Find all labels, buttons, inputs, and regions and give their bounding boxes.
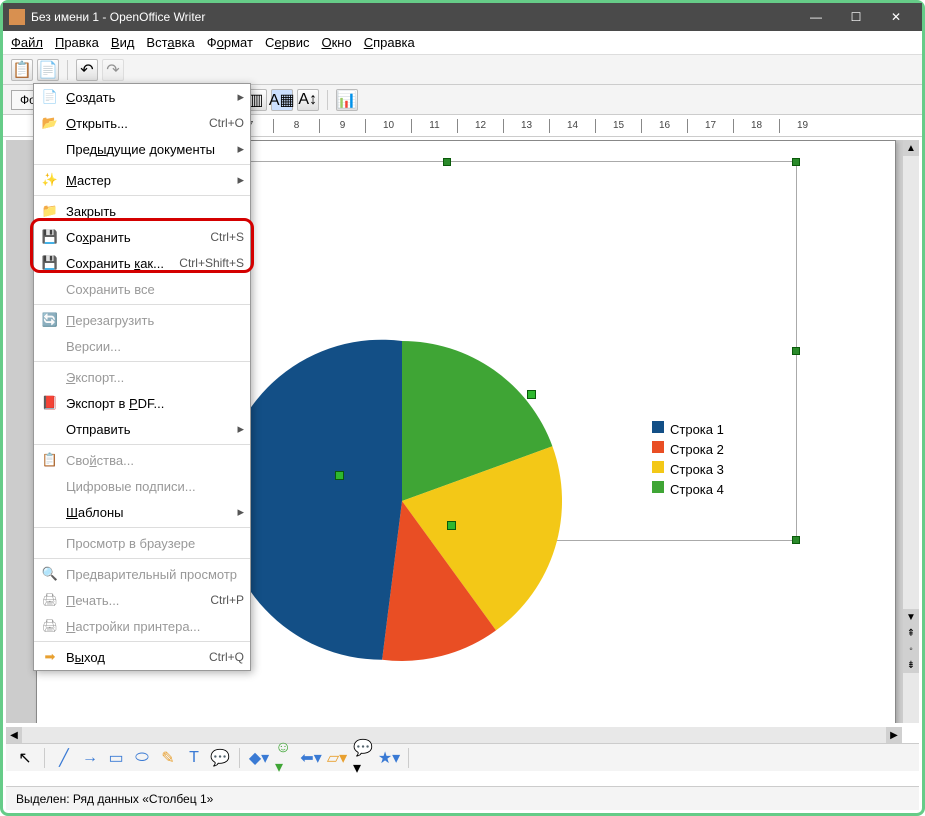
arrow-icon[interactable]: → [79, 747, 101, 769]
menu-item-export-pdf[interactable]: 📕Экспорт в PDF... [34, 390, 250, 416]
undo-icon[interactable]: ↶ [76, 59, 98, 81]
block-arrows-icon[interactable]: ⬅▾ [300, 747, 322, 769]
close-button[interactable]: ✕ [876, 5, 916, 29]
callouts-icon[interactable]: 💬▾ [352, 747, 374, 769]
pie-chart[interactable] [237, 336, 567, 666]
menu-item-printer-settings: 🖨Настройки принтера... [34, 613, 250, 639]
paste-icon[interactable]: 📄 [37, 59, 59, 81]
menu-format[interactable]: Формат [207, 35, 253, 50]
menu-item-export: Экспорт... [34, 364, 250, 390]
menu-bar: Файл Правка Вид Вставка Формат Сервис Ок… [3, 31, 922, 55]
legend-icon[interactable]: A▦ [271, 89, 293, 111]
freeform-icon[interactable]: ✎ [157, 747, 179, 769]
pointer-icon[interactable]: ↖ [14, 747, 36, 769]
menu-item-save-all: Сохранить все [34, 276, 250, 302]
printer-settings-icon: 🖨 [40, 617, 60, 635]
save-icon: 💾 [40, 228, 60, 246]
legend-item-2[interactable]: Строка 2 [652, 441, 724, 457]
text-icon[interactable]: T [183, 747, 205, 769]
menu-file[interactable]: Файл [11, 35, 43, 50]
menu-item-save-as[interactable]: 💾Сохранить как...Ctrl+Shift+S [34, 250, 250, 276]
menu-item-templates[interactable]: Шаблоны▸ [34, 499, 250, 525]
app-icon [9, 9, 25, 25]
menu-item-open[interactable]: 📂Открыть...Ctrl+O [34, 110, 250, 136]
ellipse-icon[interactable]: ⬭ [131, 747, 153, 769]
menu-help[interactable]: Справка [364, 35, 415, 50]
basic-shapes-icon[interactable]: ◆▾ [248, 747, 270, 769]
standard-toolbar: 📋 📄 ↶ ↷ [3, 55, 922, 85]
menu-item-send[interactable]: Отправить▸ [34, 416, 250, 442]
chart-legend[interactable]: Строка 1 Строка 2 Строка 3 Строка 4 [652, 421, 724, 501]
menu-item-close[interactable]: 📁Закрыть [34, 198, 250, 224]
menu-item-save[interactable]: 💾СохранитьCtrl+S [34, 224, 250, 250]
horizontal-scrollbar[interactable]: ◀ ▶ [6, 727, 902, 743]
menu-item-wizard[interactable]: ✨Мастер▸ [34, 167, 250, 193]
legend-item-1[interactable]: Строка 1 [652, 421, 724, 437]
menu-item-properties: 📋Свойства... [34, 447, 250, 473]
menu-item-signatures: Цифровые подписи... [34, 473, 250, 499]
menu-view[interactable]: Вид [111, 35, 135, 50]
wizard-icon: ✨ [40, 171, 60, 189]
menu-item-exit[interactable]: ➡ВыходCtrl+Q [34, 644, 250, 670]
menu-item-recent[interactable]: Предыдущие документы▸ [34, 136, 250, 162]
scroll-down-icon[interactable]: ▼ [903, 609, 919, 625]
folder-open-icon: 📂 [40, 114, 60, 132]
print-icon: 🖨 [40, 591, 60, 609]
title-bar: Без имени 1 - OpenOffice Writer — ☐ ✕ [3, 3, 922, 31]
menu-edit[interactable]: Правка [55, 35, 99, 50]
legend-item-4[interactable]: Строка 4 [652, 481, 724, 497]
line-icon[interactable]: ╱ [53, 747, 75, 769]
scroll-up-icon[interactable]: ▲ [903, 140, 919, 156]
save-as-icon: 💾 [40, 254, 60, 272]
data-point-handle-4[interactable] [527, 390, 536, 399]
window-title: Без имени 1 - OpenOffice Writer [31, 10, 205, 24]
minimize-button[interactable]: — [796, 5, 836, 29]
legend-item-3[interactable]: Строка 3 [652, 461, 724, 477]
stars-icon[interactable]: ★▾ [378, 747, 400, 769]
flowchart-icon[interactable]: ▱▾ [326, 747, 348, 769]
menu-item-reload: 🔄Перезагрузить [34, 307, 250, 333]
callout-icon[interactable]: 💬 [209, 747, 231, 769]
maximize-button[interactable]: ☐ [836, 5, 876, 29]
status-text: Выделен: Ряд данных «Столбец 1» [16, 792, 213, 806]
symbol-shapes-icon[interactable]: ☺▾ [274, 747, 296, 769]
scale-text-icon[interactable]: A↕ [297, 89, 319, 111]
vertical-scrollbar[interactable]: ▲ ▼ ⇞ ◦ ⇟ [903, 140, 919, 723]
data-point-handle-2[interactable] [447, 521, 456, 530]
menu-item-print: 🖨Печать...Ctrl+P [34, 587, 250, 613]
page-down-icon[interactable]: ⇟ [903, 657, 919, 673]
menu-item-create[interactable]: 📄Создать▸ [34, 84, 250, 110]
reload-icon: 🔄 [40, 311, 60, 329]
menu-item-print-preview: 🔍Предварительный просмотр [34, 561, 250, 587]
menu-tools[interactable]: Сервис [265, 35, 310, 50]
page-up-icon[interactable]: ⇞ [903, 625, 919, 641]
redo-icon[interactable]: ↷ [102, 59, 124, 81]
menu-item-preview-browser: Просмотр в браузере [34, 530, 250, 556]
data-point-handle-1[interactable] [335, 471, 344, 480]
rect-icon[interactable]: ▭ [105, 747, 127, 769]
scroll-left-icon[interactable]: ◀ [6, 727, 22, 743]
menu-insert[interactable]: Вставка [146, 35, 194, 50]
exit-icon: ➡ [40, 648, 60, 666]
menu-window[interactable]: Окно [321, 35, 351, 50]
page-nav-icon[interactable]: ◦ [903, 641, 919, 657]
file-menu-dropdown: 📄Создать▸ 📂Открыть...Ctrl+O Предыдущие д… [33, 83, 251, 671]
menu-item-versions: Версии... [34, 333, 250, 359]
drawing-toolbar: ↖ ╱ → ▭ ⬭ ✎ T 💬 ◆▾ ☺▾ ⬅▾ ▱▾ 💬▾ ★▾ [6, 743, 919, 771]
close-doc-icon: 📁 [40, 202, 60, 220]
scroll-right-icon[interactable]: ▶ [886, 727, 902, 743]
status-bar: Выделен: Ряд данных «Столбец 1» [6, 786, 919, 810]
properties-icon: 📋 [40, 451, 60, 469]
new-doc-icon: 📄 [40, 88, 60, 106]
print-preview-icon: 🔍 [40, 565, 60, 583]
copy-icon[interactable]: 📋 [11, 59, 33, 81]
chart-layout-icon[interactable]: 📊 [336, 89, 358, 111]
pdf-icon: 📕 [40, 394, 60, 412]
